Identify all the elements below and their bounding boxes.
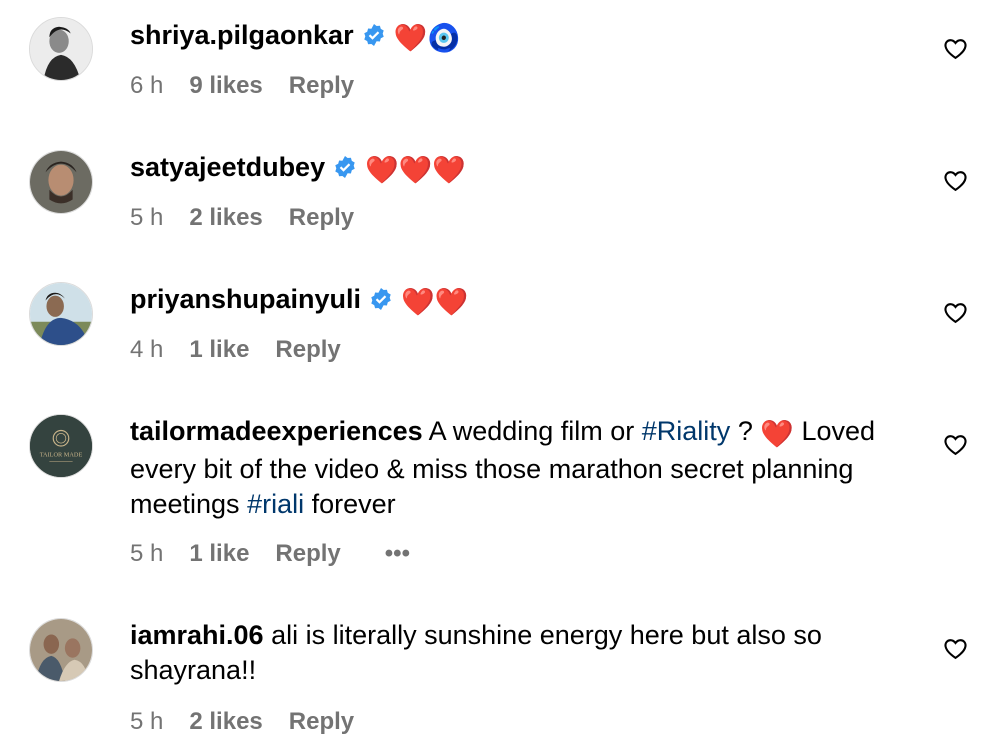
comment-text: priyanshupainyuli ❤️❤️ (130, 282, 900, 320)
comment-text: tailormadeexperiences A wedding film or … (130, 414, 900, 522)
avatar-image: TAILOR MADE (30, 415, 92, 477)
reply-button[interactable]: Reply (289, 204, 354, 232)
avatar-image (30, 283, 92, 345)
comment-text-part: A wedding film or (428, 416, 642, 446)
verified-badge-icon (371, 288, 391, 310)
comment-meta: 6 h 9 likes Reply (130, 72, 354, 100)
heart-icon[interactable] (943, 636, 968, 661)
comment-meta: 5 h 2 likes Reply (130, 204, 354, 232)
likes-count[interactable]: 9 likes (189, 72, 262, 100)
heart-icon[interactable] (943, 168, 968, 193)
emoji-text: ❤️ (760, 419, 794, 449)
avatar-image (30, 151, 92, 213)
comment-time: 5 h (130, 540, 164, 567)
comment-meta: 4 h 1 like Reply (130, 336, 341, 364)
comment-username[interactable]: tailormadeexperiences (130, 416, 423, 446)
emoji-text: ❤️❤️❤️ (365, 155, 466, 185)
heart-icon[interactable] (943, 36, 968, 61)
emoji-text: ❤️❤️ (401, 287, 469, 317)
comment-text: shriya.pilgaonkar ❤️🧿 (130, 18, 900, 56)
comment-text: satyajeetdubey ❤️❤️❤️ (130, 150, 900, 188)
verified-badge-icon (363, 24, 384, 46)
avatar[interactable]: TAILOR MADE (29, 414, 93, 478)
comment-text-part: ? (730, 416, 761, 446)
likes-count[interactable]: 2 likes (189, 204, 262, 232)
comment-meta: 5 h 2 likes Reply (130, 708, 354, 736)
avatar[interactable] (29, 618, 93, 682)
avatar[interactable] (29, 282, 93, 346)
avatar-image (30, 619, 92, 681)
reply-button[interactable]: Reply (289, 708, 354, 736)
more-options-icon[interactable]: ••• (385, 540, 410, 568)
comment-time: 6 h (130, 72, 164, 99)
comment-meta: 5 h 1 like Reply ••• (130, 540, 410, 568)
avatar-image (30, 18, 92, 80)
likes-count[interactable]: 1 like (189, 336, 249, 364)
comment-username[interactable]: shriya.pilgaonkar (130, 20, 354, 50)
comment-text-part: forever (304, 489, 396, 519)
hashtag-link[interactable]: #riali (247, 489, 304, 519)
reply-button[interactable]: Reply (275, 540, 340, 568)
heart-icon[interactable] (943, 300, 968, 325)
comment-time: 5 h (130, 204, 164, 231)
avatar[interactable] (29, 150, 93, 214)
comment-username[interactable]: iamrahi.06 (130, 620, 264, 650)
comment-time: 4 h (130, 336, 164, 363)
verified-badge-icon (335, 156, 355, 178)
comment-text: iamrahi.06 ali is literally sunshine ene… (130, 618, 900, 688)
comment-time: 5 h (130, 708, 164, 735)
emoji-text: ❤️🧿 (393, 23, 461, 53)
hashtag-link[interactable]: #Riality (642, 416, 731, 446)
reply-button[interactable]: Reply (289, 72, 354, 100)
avatar[interactable] (29, 17, 93, 81)
reply-button[interactable]: Reply (275, 336, 340, 364)
likes-count[interactable]: 1 like (189, 540, 249, 568)
comment-username[interactable]: priyanshupainyuli (130, 284, 361, 314)
likes-count[interactable]: 2 likes (189, 708, 262, 736)
heart-icon[interactable] (943, 432, 968, 457)
comment-username[interactable]: satyajeetdubey (130, 152, 325, 182)
avatar-logo-text: TAILOR MADE (40, 452, 83, 459)
